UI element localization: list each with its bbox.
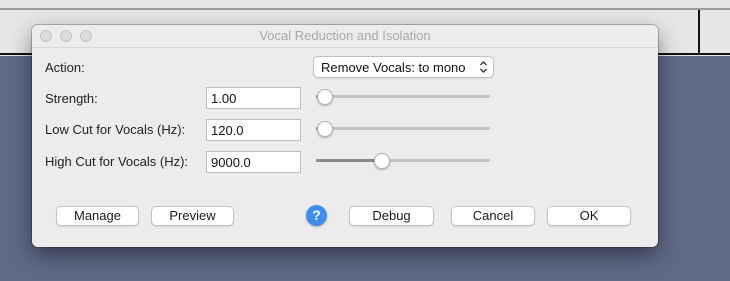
dialog-title: Vocal Reduction and Isolation [259,28,431,43]
high-cut-slider[interactable] [316,151,490,171]
title-bar: Vocal Reduction and Isolation [32,25,658,48]
help-icon[interactable]: ? [306,205,327,226]
strength-slider[interactable] [316,87,490,107]
high-cut-input[interactable]: 9000.0 [206,151,301,173]
ok-button[interactable]: OK [547,206,631,226]
background-frame [698,10,730,54]
slider-knob[interactable] [316,121,333,137]
strength-input[interactable]: 1.00 [206,87,301,109]
slider-fill [316,159,383,162]
preview-button[interactable]: Preview [151,206,234,226]
low-cut-label: Low Cut for Vocals (Hz): [45,122,186,137]
high-cut-label: High Cut for Vocals (Hz): [45,154,189,169]
low-cut-input[interactable]: 120.0 [206,119,301,141]
slider-track [316,127,490,130]
slider-knob[interactable] [374,153,391,169]
slider-knob[interactable] [316,89,333,105]
action-select-value: Remove Vocals: to mono [321,60,466,75]
vocal-reduction-dialog: Vocal Reduction and Isolation Action: Re… [32,25,658,247]
action-label: Action: [45,60,85,75]
low-cut-slider[interactable] [316,119,490,139]
chevron-up-down-icon [480,61,487,73]
background-divider [0,8,730,10]
debug-button[interactable]: Debug [349,206,434,226]
strength-label: Strength: [45,91,98,106]
action-select[interactable]: Remove Vocals: to mono [313,56,494,78]
cancel-button[interactable]: Cancel [451,206,535,226]
manage-button[interactable]: Manage [56,206,139,226]
slider-track [316,95,490,98]
